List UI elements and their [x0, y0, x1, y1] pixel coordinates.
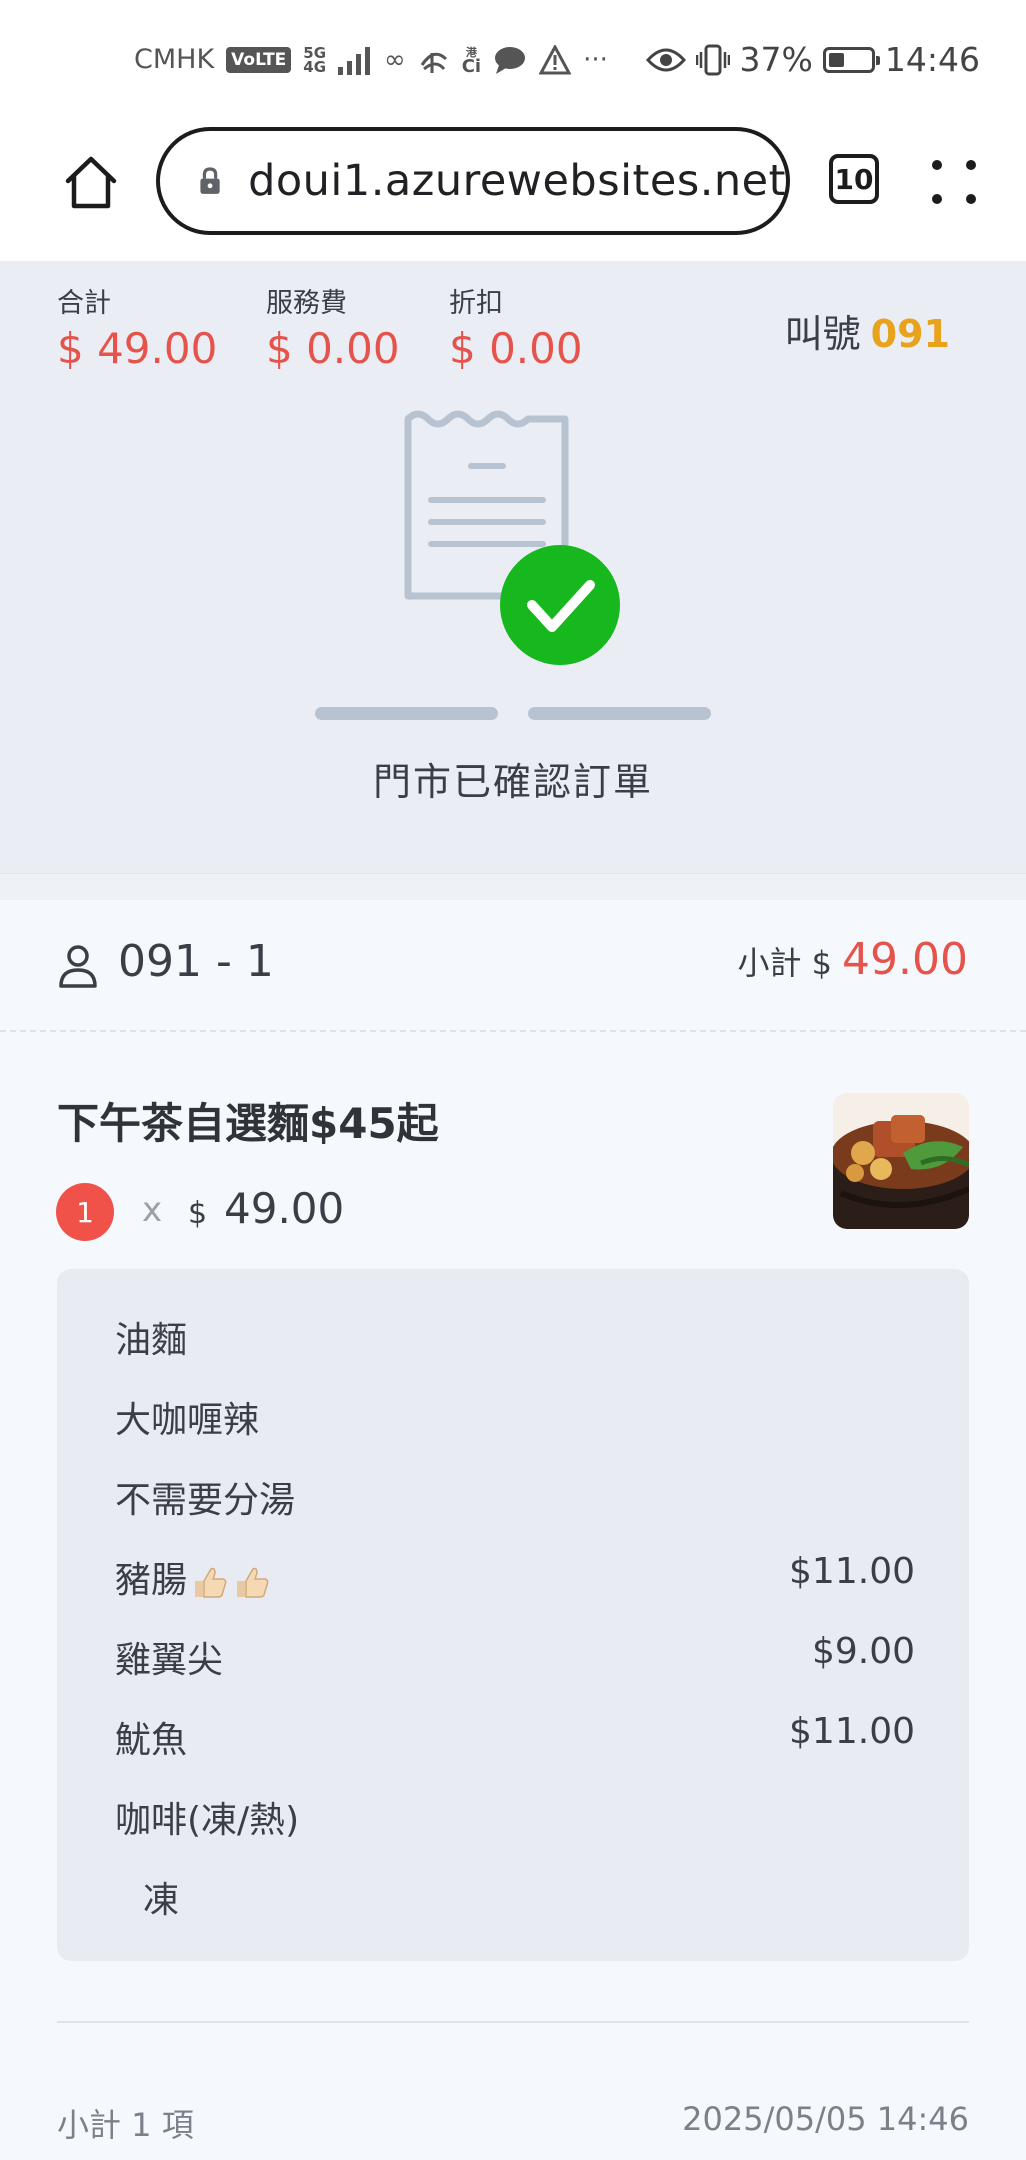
order-status-text: 門市已確認訂單 [372, 760, 653, 804]
option-name: 雞翼尖 [115, 1640, 224, 1681]
item-thumbnail[interactable] [833, 1093, 969, 1229]
thumbs-up-icon [195, 1567, 227, 1598]
url-text[interactable]: doui1.azurewebsites.net [248, 156, 786, 206]
subtotal-value: 49.00 [842, 934, 968, 985]
option-row: 豬腸 $11.00 [115, 1551, 915, 1601]
quantity-value: 1 [76, 1195, 94, 1229]
item-price: 49.00 [224, 1184, 345, 1233]
option-row: 大咖喱辣 [115, 1391, 915, 1441]
noodle-bowl-image [833, 1093, 969, 1229]
battery-level [828, 52, 844, 67]
order-card: 091 - 1 小計 $49.00 下午茶自選麵$45起 1 x $ 49.00… [0, 900, 1026, 2160]
address-bar[interactable]: doui1.azurewebsites.net [156, 127, 790, 235]
option-row: 不需要分湯 [115, 1471, 915, 1521]
tabs-button[interactable]: 10 [829, 154, 879, 204]
option-row: 油麵 [115, 1311, 915, 1361]
status-bar: CMHK VoLTE 5G 4G ∞ 港 Ci ··· 37% 14:46 [0, 0, 1026, 124]
progress-bar-right [528, 707, 711, 720]
receipt-confirmed-illustration [315, 410, 711, 720]
signal-icon [338, 46, 371, 75]
carrier-label: CMHK [134, 44, 215, 75]
option-row: 雞翼尖 $9.00 [115, 1631, 915, 1681]
option-name: 不需要分湯 [115, 1480, 296, 1521]
service-fee-label: 服務費 [266, 288, 347, 319]
order-summary: 合計 $ 49.00 服務費 $ 0.00 折扣 $ 0.00 叫號 091 門市… [0, 261, 1026, 873]
option-price: $11.00 [789, 1551, 915, 1592]
option-name: 油麵 [115, 1320, 188, 1361]
price-currency: $ [188, 1196, 208, 1231]
volte-badge: VoLTE [226, 46, 292, 73]
total-label: 合計 [57, 288, 111, 319]
vibrate-icon [695, 44, 730, 75]
battery-icon [822, 46, 880, 73]
discount-label: 折扣 [449, 288, 503, 319]
call-number-label: 叫號 [784, 312, 861, 356]
battery-percent: 37% [739, 40, 813, 79]
home-icon[interactable] [62, 154, 120, 212]
option-name: 大咖喱辣 [115, 1400, 260, 1441]
option-name: 魷魚 [115, 1720, 188, 1761]
discount-block: 折扣 $ 0.00 [449, 281, 583, 373]
check-circle-icon [500, 545, 620, 665]
option-name-wrap: 豬腸 [115, 1551, 271, 1603]
network-type: 5G 4G [303, 45, 327, 76]
option-name: 豬腸 [115, 1560, 188, 1601]
footer-divider [57, 2021, 969, 2023]
option-price: $9.00 [811, 1631, 915, 1672]
status-right: 37% 14:46 [645, 40, 980, 79]
quantity-badge: 1 [56, 1183, 114, 1241]
total-value: $ 49.00 [57, 324, 218, 373]
ci-icon: 港 Ci [461, 45, 482, 77]
call-number-value: 091 [870, 312, 950, 356]
section-divider [0, 873, 1026, 901]
discount-value: $ 0.00 [449, 324, 583, 373]
browser-toolbar: doui1.azurewebsites.net 10 [0, 124, 1026, 261]
option-name: 咖啡(凍/熱) [115, 1800, 300, 1841]
warning-icon [539, 44, 572, 74]
progress-bar-left [315, 707, 498, 720]
option-name: 凍 [143, 1880, 180, 1921]
item-options-panel: 油麵 大咖喱辣 不需要分湯 豬腸 $11.00 雞翼尖 $9.00 魷魚 $11… [57, 1269, 969, 1961]
item-title: 下午茶自選麵$45起 [57, 1099, 439, 1148]
chat-bubble-icon [495, 46, 526, 74]
service-fee-block: 服務費 $ 0.00 [266, 281, 400, 373]
eye-icon [645, 48, 686, 71]
order-subtotal: 小計 $49.00 [737, 934, 968, 985]
network-bottom: 4G [303, 57, 327, 76]
option-row: 咖啡(凍/熱) [115, 1791, 915, 1841]
clock: 14:46 [884, 40, 980, 79]
person-icon [59, 945, 97, 988]
option-sub-row: 凍 [143, 1871, 943, 1921]
menu-dots-icon[interactable] [932, 160, 976, 204]
infinity-icon: ∞ [384, 44, 406, 75]
option-price: $11.00 [789, 1711, 915, 1752]
rthk-icon [420, 52, 447, 73]
option-row: 魷魚 $11.00 [115, 1711, 915, 1761]
subtotal-label: 小計 $ [737, 944, 833, 982]
total-block: 合計 $ 49.00 [57, 281, 217, 373]
quantity-multiplier: x [142, 1190, 163, 1230]
more-icon: ··· [583, 44, 608, 75]
lock-icon[interactable] [198, 163, 222, 199]
tab-count: 10 [834, 162, 874, 196]
service-fee-value: $ 0.00 [266, 324, 400, 373]
thumbs-up-icon [237, 1567, 269, 1598]
order-header: 091 - 1 小計 $49.00 [0, 900, 1026, 1032]
status-left: CMHK VoLTE 5G 4G ∞ 港 Ci ··· [134, 44, 608, 75]
order-number: 091 - 1 [118, 936, 274, 987]
item-count: 小計 1 項 [57, 2106, 194, 2144]
call-number: 叫號 091 [785, 303, 950, 358]
order-datetime: 2025/05/05 14:46 [682, 2100, 969, 2138]
